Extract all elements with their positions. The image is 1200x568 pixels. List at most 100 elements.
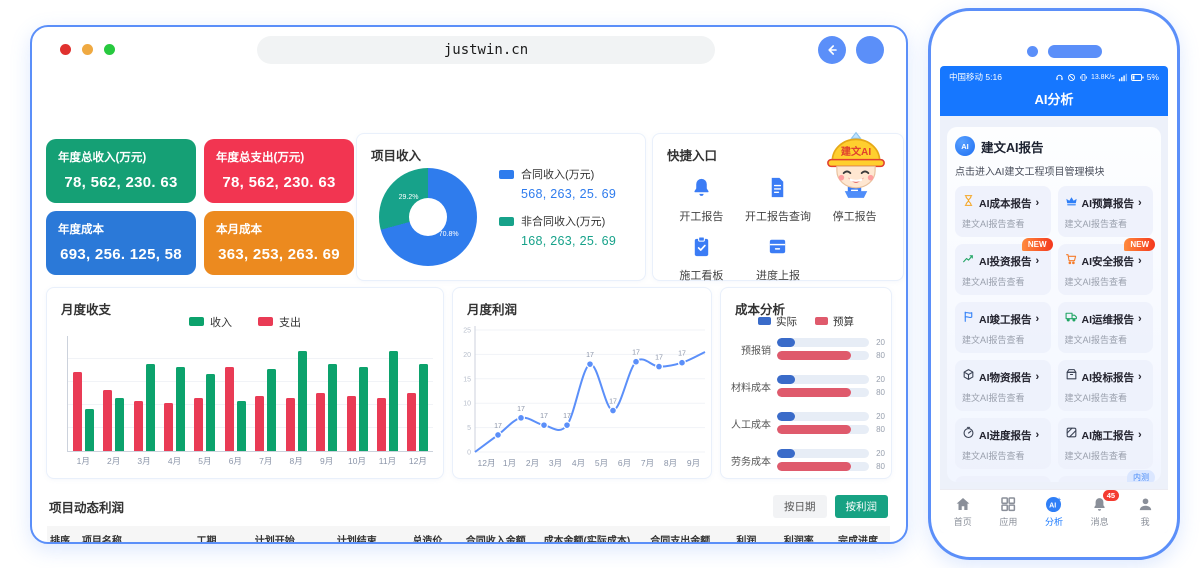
window-close-button[interactable] xyxy=(60,44,71,55)
chevron-right-icon: › xyxy=(1138,372,1142,383)
nav-item-应用[interactable]: 应用 xyxy=(986,490,1032,533)
cost-bar-line: 80 xyxy=(777,462,885,471)
window-zoom-button[interactable] xyxy=(104,44,115,55)
bar-track xyxy=(777,388,869,397)
stat-label: 本月成本 xyxy=(216,221,342,237)
legend-swatch xyxy=(499,217,514,226)
bar-group: 9月 xyxy=(311,336,341,451)
ai-report-tile[interactable]: NEW AI安全报告 › 建文AI报告查看 xyxy=(1058,244,1154,295)
desktop-canvas: justwin.cn 年度总收入(万元) 78, 562, 230. 63 年度… xyxy=(0,0,1200,568)
column-header: 计划开始 xyxy=(234,526,316,544)
ai-report-tile[interactable]: AI运维报告 › 建文AI报告查看 xyxy=(1058,302,1154,353)
ai-report-tile[interactable]: AI竣工报告 › 建文AI报告查看 xyxy=(955,302,1051,353)
svg-text:7月: 7月 xyxy=(641,458,654,468)
vibrate-icon xyxy=(1079,73,1088,82)
bar-group: 2月 xyxy=(98,336,128,451)
legend-swatch xyxy=(258,317,273,326)
arrow-left-icon xyxy=(824,42,840,58)
chevron-right-icon: › xyxy=(1138,430,1142,441)
tile-name: AI投标报告 xyxy=(1082,370,1135,385)
mascot-icon: 建文AI xyxy=(820,127,892,199)
profit-table-head: 排序项目名称工期计划开始计划结束总造价合同收入金额成本金额(实际成本)合同支出金… xyxy=(47,526,890,544)
quick-entry-item[interactable]: 开工报告 xyxy=(663,176,740,224)
cost-bar-line: 80 xyxy=(777,351,885,360)
ai-report-tile[interactable]: AI进度报告 › 建文AI报告查看 xyxy=(955,418,1051,469)
cost-category-label: 预报销 xyxy=(729,342,777,357)
nav-label: 消息 xyxy=(1091,515,1109,528)
nav-item-我[interactable]: 我 xyxy=(1122,490,1168,533)
svg-text:AI: AI xyxy=(1050,501,1057,509)
bar-track xyxy=(777,449,869,458)
bar-收入 xyxy=(206,374,215,451)
ai-report-tile[interactable]: AI投标报告 › 建文AI报告查看 xyxy=(1058,360,1154,411)
nav-bell-icon: 45 xyxy=(1091,495,1108,513)
address-bar[interactable]: justwin.cn xyxy=(257,36,715,64)
profit-table: 排序项目名称工期计划开始计划结束总造价合同收入金额成本金额(实际成本)合同支出金… xyxy=(47,526,890,544)
quick-entry-item[interactable]: 施工看板 xyxy=(663,235,740,283)
svg-text:17: 17 xyxy=(563,413,571,420)
quick-entry-item[interactable]: 进度上报 xyxy=(740,235,817,283)
stat-label: 年度总收入(万元) xyxy=(58,149,184,165)
account-button[interactable] xyxy=(856,36,884,64)
x-tick-label: 4月 xyxy=(168,455,181,467)
message-count-badge: 45 xyxy=(1103,490,1119,501)
tile-subtitle: 建文AI报告查看 xyxy=(962,449,1044,462)
back-button[interactable] xyxy=(818,36,846,64)
svg-text:17: 17 xyxy=(632,350,640,357)
filter-by-profit-button[interactable]: 按利润 xyxy=(835,495,889,518)
ai-report-tile[interactable]: AI合同报告 › 建文AI报告查看 xyxy=(955,476,1051,482)
stat-card-annual-expense: 年度总支出(万元) 78, 562, 230. 63 xyxy=(204,139,354,203)
nav-item-分析[interactable]: AI+ 分析 xyxy=(1031,490,1077,533)
cost-legend: 实际预算 xyxy=(721,314,891,329)
x-tick-label: 3月 xyxy=(137,455,150,467)
nav-item-首页[interactable]: 首页 xyxy=(940,490,986,533)
nav-label: 分析 xyxy=(1045,515,1063,528)
cost-bars: 20 80 xyxy=(777,334,885,364)
net-speed-text: 13.8K/s xyxy=(1091,74,1115,81)
bar-收入 xyxy=(359,367,368,451)
legend-item: 收入 xyxy=(189,314,232,330)
ai-card-subtitle: 点击进入AI建文工程项目管理模块 xyxy=(955,163,1153,178)
ai-report-tile[interactable]: AI预算报告 › 建文AI报告查看 xyxy=(1058,186,1154,237)
beta-badge: 内测 xyxy=(1127,470,1155,482)
tile-subtitle: 建文AI报告查看 xyxy=(962,275,1044,288)
bar-track xyxy=(777,425,869,434)
ai-report-tile[interactable]: AI施工报告 › 建文AI报告查看 xyxy=(1058,418,1154,469)
tile-subtitle: 建文AI报告查看 xyxy=(962,391,1044,404)
donut-pct-noncontract: 29.2% xyxy=(399,194,419,201)
x-tick-label: 12月 xyxy=(409,455,427,467)
ai-report-tile[interactable]: 内测 AI招标报告 › 建文AI报告查看 xyxy=(1058,476,1154,482)
ai-report-tile[interactable]: AI成本报告 › 建文AI报告查看 xyxy=(955,186,1051,237)
bar-fill-预算 xyxy=(777,425,851,434)
window-minimize-button[interactable] xyxy=(82,44,93,55)
cost-bar-line: 20 xyxy=(777,449,885,458)
cashflow-legend: 收入 支出 xyxy=(47,314,443,330)
legend-item-noncontract: 非合同收入(万元) xyxy=(499,213,616,229)
x-tick-label: 10月 xyxy=(348,455,366,467)
nav-label: 首页 xyxy=(954,515,972,528)
svg-text:5月: 5月 xyxy=(595,458,608,468)
svg-text:5: 5 xyxy=(467,425,471,432)
nav-item-消息[interactable]: 45 消息 xyxy=(1077,490,1123,533)
tile-subtitle: 建文AI报告查看 xyxy=(1065,391,1147,404)
bar-fill-预算 xyxy=(777,388,851,397)
quick-entry-item[interactable]: 开工报告查询 xyxy=(740,176,817,224)
bar-value: 20 xyxy=(869,338,885,347)
cart-icon xyxy=(1065,252,1078,270)
stat-value: 363, 253, 263. 69 xyxy=(216,246,342,263)
battery-icon xyxy=(1131,73,1144,82)
chevron-right-icon: › xyxy=(1138,314,1142,325)
filter-by-date-button[interactable]: 按日期 xyxy=(773,495,827,518)
legend-item: 支出 xyxy=(258,314,301,330)
legend-swatch xyxy=(499,170,514,179)
ai-card-header: AI 建文AI报告 xyxy=(955,136,1153,156)
column-header: 完成进度 xyxy=(826,526,890,544)
ai-report-tile[interactable]: NEW AI投资报告 › 建文AI报告查看 xyxy=(955,244,1051,295)
bar-track xyxy=(777,462,869,471)
ai-report-tile[interactable]: AI物资报告 › 建文AI报告查看 xyxy=(955,360,1051,411)
svg-text:6月: 6月 xyxy=(618,458,631,468)
table-header: 排序项目名称工期计划开始计划结束总造价合同收入金额成本金额(实际成本)合同支出金… xyxy=(47,526,890,544)
svg-text:17: 17 xyxy=(586,352,594,359)
column-header: 合同支出金额 xyxy=(639,526,721,544)
bar-支出 xyxy=(255,396,264,451)
